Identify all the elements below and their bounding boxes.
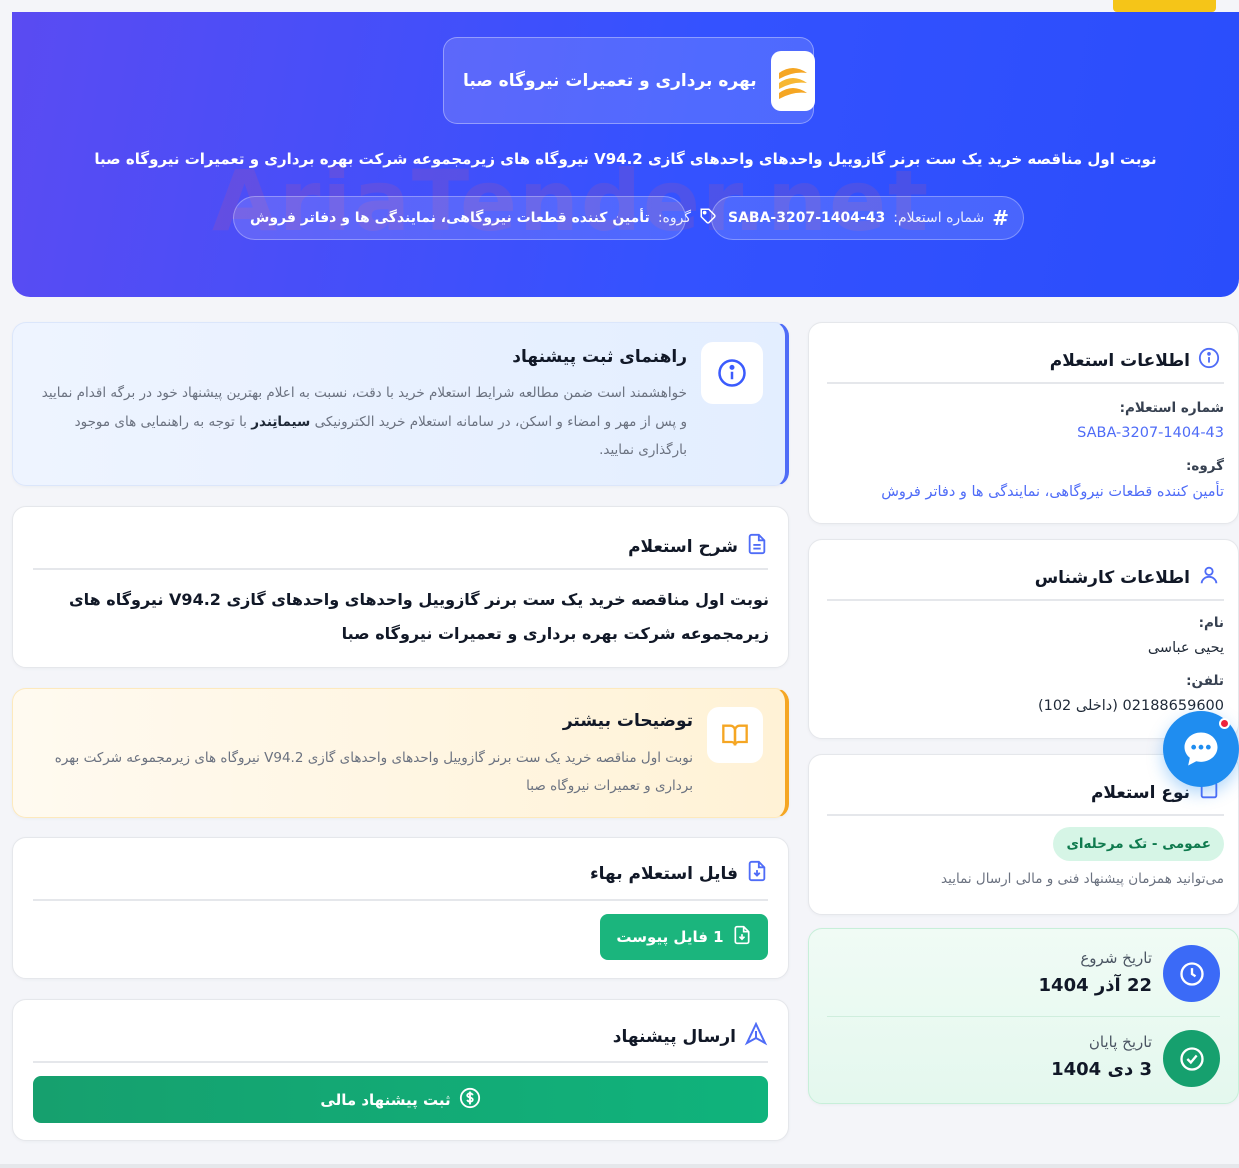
inquiry-info-header: اطلاعات استعلام [1050, 347, 1220, 374]
divider [33, 1061, 768, 1063]
inquiry-number-value[interactable]: SABA-3207-1404-43 [1077, 425, 1224, 441]
expert-info-title: اطلاعات کارشناس [1034, 567, 1190, 588]
inquiry-file-card: فایل استعلام بهاء 1 فایل پیوست [12, 837, 789, 979]
expert-info-header: اطلاعات کارشناس [1035, 564, 1220, 591]
inquiry-type-title: نوع استعلام [1090, 782, 1190, 803]
more-details-text: نوبت اول مناقصه خرید یک ست برنر گازوییل … [54, 750, 693, 794]
guide-title: راهنمای ثبت پیشنهاد [512, 347, 687, 367]
inquiry-type-note: می‌توانید همزمان پیشنهاد فنی و مالی ارسا… [941, 871, 1224, 887]
divider [827, 382, 1224, 384]
divider [33, 899, 768, 901]
inquiry-number-label: شماره استعلام: [1119, 400, 1224, 416]
chat-button[interactable] [1163, 711, 1239, 787]
send-proposal-card: ارسال پیشنهاد ثبت پیشنهاد مالی [12, 999, 789, 1141]
guide-brand: سیماتِندر [251, 413, 311, 430]
user-icon [1198, 564, 1220, 591]
file-download-icon [746, 860, 768, 887]
send-icon [744, 1021, 768, 1051]
group-label: گروه: [1185, 458, 1224, 474]
start-date-label: تاریخ شروع [1080, 949, 1152, 967]
inquiry-type-badge: عمومی - تک مرحله‌ای [1053, 827, 1224, 861]
start-date-row: تاریخ شروع 22 آذر 1404 [827, 929, 1220, 1009]
description-header: شرح استعلام [628, 533, 768, 560]
divider [827, 814, 1224, 816]
clock-icon [1163, 945, 1220, 1002]
send-proposal-header: ارسال پیشنهاد [612, 1021, 768, 1051]
end-date-label: تاریخ پایان [1088, 1033, 1152, 1051]
document-icon [746, 533, 768, 560]
file-attachment-icon [732, 925, 752, 949]
bottom-border [0, 1164, 1239, 1168]
group-value[interactable]: تأمین کننده قطعات نیروگاهی، نمایندگی ها … [881, 484, 1224, 500]
inquiry-number-label: شماره استعلام: [893, 210, 985, 226]
end-date-value: 3 دی 1404 [1051, 1059, 1152, 1080]
hero-header: AriaTender.net بهره برداری و تعمیرات نیر… [12, 12, 1239, 297]
organization-card: بهره برداری و تعمیرات نیروگاه صبا [443, 37, 815, 124]
inquiry-description-card: شرح استعلام نوبت اول مناقصه خرید یک ست ب… [12, 506, 789, 668]
saba-logo-icon [778, 67, 807, 99]
inquiry-info-card: اطلاعات استعلام شماره استعلام: SABA-3207… [808, 322, 1239, 524]
chat-bubble-icon [1184, 732, 1218, 766]
info-circle-icon [1198, 347, 1220, 374]
inquiry-info-title: اطلاعات استعلام [1049, 350, 1190, 371]
organization-logo [770, 50, 815, 111]
expert-name-label: نام: [1198, 615, 1224, 631]
start-date-value: 22 آذر 1404 [1038, 975, 1152, 996]
inquiry-number-value: SABA-3207-1404-43 [728, 210, 886, 226]
top-accent-tab [1113, 0, 1216, 12]
notification-dot [1219, 718, 1230, 729]
tender-title: نوبت اول مناقصه خرید یک ست برنر گازوییل … [94, 150, 1157, 168]
attachment-button-label: 1 فایل پیوست [616, 928, 724, 946]
file-header: فایل استعلام بهاء [590, 860, 768, 887]
guide-text: خواهشمند است ضمن مطالعه شرایط استعلام خر… [37, 379, 687, 465]
expert-info-card: اطلاعات کارشناس نام: یحیی عباسی تلفن: 02… [808, 539, 1239, 739]
inquiry-number-chip: # شماره استعلام: SABA-3207-1404-43 [711, 196, 1024, 240]
group-value: تأمین کننده قطعات نیروگاهی، نمایندگی ها … [250, 210, 650, 226]
more-details-card: توضیحات بیشتر نوبت اول مناقصه خرید یک ست… [12, 688, 789, 818]
organization-name: بهره برداری و تعمیرات نیروگاه صبا [463, 70, 757, 91]
dollar-icon [459, 1087, 481, 1113]
divider [827, 599, 1224, 601]
book-icon [707, 707, 763, 763]
end-date-row: تاریخ پایان 3 دی 1404 [827, 1016, 1220, 1096]
more-details-title: توضیحات بیشتر [562, 711, 693, 731]
expert-name-value: یحیی عباسی [1147, 640, 1224, 656]
group-label: گروه: [657, 210, 692, 226]
description-title: شرح استعلام [628, 536, 738, 557]
group-chip: گروه: تأمین کننده قطعات نیروگاهی، نمایند… [233, 196, 716, 240]
check-circle-icon [1163, 1030, 1220, 1087]
file-title: فایل استعلام بهاء [589, 863, 738, 884]
description-text: نوبت اول مناقصه خرید یک ست برنر گازوییل … [68, 590, 769, 643]
divider [33, 568, 768, 570]
submission-guide-card: راهنمای ثبت پیشنهاد خواهشمند است ضمن مطا… [12, 322, 789, 486]
info-icon [701, 342, 763, 404]
submit-financial-proposal-label: ثبت پیشنهاد مالی [320, 1090, 451, 1109]
dates-card: تاریخ شروع 22 آذر 1404 تاریخ پایان 3 دی … [808, 928, 1239, 1104]
tag-icon [699, 207, 717, 229]
submit-financial-proposal-button[interactable]: ثبت پیشنهاد مالی [33, 1076, 768, 1123]
attachment-button[interactable]: 1 فایل پیوست [600, 914, 768, 960]
expert-phone-label: تلفن: [1186, 673, 1224, 689]
hash-icon: # [992, 206, 1010, 230]
send-proposal-title: ارسال پیشنهاد [612, 1026, 736, 1047]
inquiry-type-card: نوع استعلام عمومی - تک مرحله‌ای می‌توانی… [808, 754, 1239, 915]
